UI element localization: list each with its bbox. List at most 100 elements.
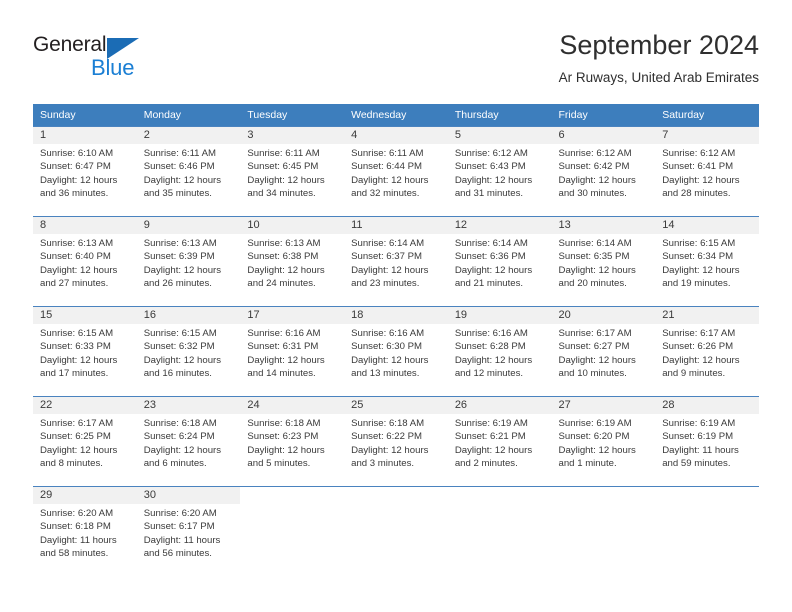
calendar-day-cell[interactable]: 7 Sunrise: 6:12 AM Sunset: 6:41 PM Dayli… — [655, 126, 759, 217]
day-number: 18 — [344, 307, 448, 324]
weekday-header-monday: Monday — [136, 104, 241, 127]
daylight-text-line2: and 16 minutes. — [143, 368, 212, 380]
calendar-day-cell[interactable]: 18 Sunrise: 6:16 AM Sunset: 6:30 PM Dayl… — [344, 306, 448, 397]
calendar-day-cell[interactable]: 6 Sunrise: 6:12 AM Sunset: 6:42 PM Dayli… — [551, 126, 656, 217]
daylight-text-line1: Daylight: 12 hours — [143, 354, 222, 366]
daylight-text-line1: Daylight: 12 hours — [40, 354, 118, 366]
daylight-text-line1: Daylight: 12 hours — [454, 444, 533, 456]
sunrise-text: Sunrise: 6:11 AM — [247, 148, 320, 159]
day-number: 23 — [136, 397, 241, 414]
day-details: Sunrise: 6:11 AM Sunset: 6:46 PM Dayligh… — [137, 144, 241, 201]
day-number: 1 — [33, 127, 137, 144]
daylight-text-line2: and 5 minutes. — [247, 458, 311, 470]
day-details: Sunrise: 6:16 AM Sunset: 6:31 PM Dayligh… — [240, 324, 344, 381]
day-details: Sunrise: 6:19 AM Sunset: 6:19 PM Dayligh… — [655, 414, 759, 471]
daylight-text-line1: Daylight: 12 hours — [40, 444, 118, 456]
day-cell-inner: 24 Sunrise: 6:18 AM Sunset: 6:23 PM Dayl… — [240, 397, 345, 486]
daylight-text-line1: Daylight: 12 hours — [247, 444, 325, 456]
daylight-text-line1: Daylight: 12 hours — [351, 444, 429, 456]
sunrise-text: Sunrise: 6:13 AM — [247, 238, 321, 249]
calendar-day-cell[interactable]: 20 Sunrise: 6:17 AM Sunset: 6:27 PM Dayl… — [551, 306, 656, 397]
daylight-text-line1: Daylight: 12 hours — [351, 174, 429, 186]
sunset-text: Sunset: 6:40 PM — [40, 251, 111, 263]
sunrise-text: Sunrise: 6:16 AM — [351, 328, 425, 339]
calendar-day-cell[interactable]: 29 Sunrise: 6:20 AM Sunset: 6:18 PM Dayl… — [33, 486, 137, 576]
daylight-text-line2: and 31 minutes. — [454, 188, 524, 200]
calendar-day-cell[interactable]: 25 Sunrise: 6:18 AM Sunset: 6:22 PM Dayl… — [344, 396, 448, 487]
day-number: 3 — [240, 127, 345, 144]
calendar-day-cell[interactable]: 5 Sunrise: 6:12 AM Sunset: 6:43 PM Dayli… — [447, 126, 552, 217]
calendar-day-cell[interactable]: 14 Sunrise: 6:15 AM Sunset: 6:34 PM Dayl… — [655, 216, 759, 307]
day-cell-inner: 18 Sunrise: 6:16 AM Sunset: 6:30 PM Dayl… — [344, 307, 448, 396]
sunset-text: Sunset: 6:28 PM — [454, 341, 526, 353]
day-cell-inner: 7 Sunrise: 6:12 AM Sunset: 6:41 PM Dayli… — [655, 127, 759, 216]
calendar-day-cell[interactable]: 3 Sunrise: 6:11 AM Sunset: 6:45 PM Dayli… — [240, 126, 345, 217]
calendar-day-cell[interactable]: 9 Sunrise: 6:13 AM Sunset: 6:39 PM Dayli… — [136, 216, 241, 307]
calendar-day-cell[interactable]: 12 Sunrise: 6:14 AM Sunset: 6:36 PM Dayl… — [447, 216, 552, 307]
calendar-day-cell[interactable]: 15 Sunrise: 6:15 AM Sunset: 6:33 PM Dayl… — [33, 306, 137, 397]
day-number: 4 — [344, 127, 448, 144]
day-number: 26 — [447, 397, 552, 414]
day-cell-inner: 8 Sunrise: 6:13 AM Sunset: 6:40 PM Dayli… — [33, 217, 137, 306]
sunset-text: Sunset: 6:33 PM — [40, 341, 111, 353]
daylight-text-line2: and 23 minutes. — [351, 278, 420, 290]
daylight-text-line2: and 34 minutes. — [247, 188, 316, 200]
calendar-day-cell[interactable]: 26 Sunrise: 6:19 AM Sunset: 6:21 PM Dayl… — [447, 396, 552, 487]
daylight-text-line2: and 58 minutes. — [40, 548, 109, 560]
day-details: Sunrise: 6:19 AM Sunset: 6:21 PM Dayligh… — [448, 414, 552, 471]
weekday-header-wednesday: Wednesday — [344, 104, 448, 127]
day-cell-inner: 27 Sunrise: 6:19 AM Sunset: 6:20 PM Dayl… — [551, 397, 656, 486]
calendar-day-cell[interactable]: 4 Sunrise: 6:11 AM Sunset: 6:44 PM Dayli… — [344, 126, 448, 217]
calendar-day-cell[interactable]: 11 Sunrise: 6:14 AM Sunset: 6:37 PM Dayl… — [344, 216, 448, 307]
calendar-day-cell[interactable]: 16 Sunrise: 6:15 AM Sunset: 6:32 PM Dayl… — [136, 306, 241, 397]
day-details: Sunrise: 6:17 AM Sunset: 6:25 PM Dayligh… — [33, 414, 137, 471]
day-number: 22 — [33, 397, 137, 414]
sunset-text: Sunset: 6:20 PM — [558, 431, 630, 443]
daylight-text-line1: Daylight: 12 hours — [558, 444, 636, 456]
sunset-text: Sunset: 6:34 PM — [662, 251, 734, 263]
day-details: Sunrise: 6:17 AM Sunset: 6:26 PM Dayligh… — [655, 324, 759, 381]
sunrise-text: Sunrise: 6:19 AM — [454, 418, 528, 429]
day-details: Sunrise: 6:15 AM Sunset: 6:34 PM Dayligh… — [655, 234, 759, 291]
day-number: 20 — [551, 307, 656, 324]
day-cell-inner: 3 Sunrise: 6:11 AM Sunset: 6:45 PM Dayli… — [240, 127, 345, 216]
calendar-day-cell[interactable]: 1 Sunrise: 6:10 AM Sunset: 6:47 PM Dayli… — [33, 126, 137, 217]
daylight-text-line2: and 13 minutes. — [351, 368, 420, 380]
sunrise-text: Sunrise: 6:15 AM — [662, 238, 736, 249]
daylight-text-line1: Daylight: 12 hours — [662, 264, 740, 276]
calendar-day-cell[interactable]: 27 Sunrise: 6:19 AM Sunset: 6:20 PM Dayl… — [551, 396, 656, 487]
calendar-day-cell[interactable]: 2 Sunrise: 6:11 AM Sunset: 6:46 PM Dayli… — [136, 126, 241, 217]
day-number — [447, 487, 552, 504]
weekday-header-row: Sunday Monday Tuesday Wednesday Thursday… — [33, 104, 759, 127]
calendar-day-cell[interactable]: 19 Sunrise: 6:16 AM Sunset: 6:28 PM Dayl… — [447, 306, 552, 397]
daylight-text-line1: Daylight: 12 hours — [40, 264, 118, 276]
calendar-day-cell[interactable]: 10 Sunrise: 6:13 AM Sunset: 6:38 PM Dayl… — [240, 216, 345, 307]
daylight-text-line1: Daylight: 12 hours — [247, 174, 325, 186]
daylight-text-line2: and 59 minutes. — [662, 458, 731, 470]
title-block: September 2024 Ar Ruways, United Arab Em… — [559, 28, 759, 88]
sunset-text: Sunset: 6:22 PM — [351, 431, 423, 443]
daylight-text-line1: Daylight: 12 hours — [40, 174, 118, 186]
daylight-text-line2: and 20 minutes. — [558, 278, 627, 290]
day-details: Sunrise: 6:15 AM Sunset: 6:33 PM Dayligh… — [33, 324, 137, 381]
calendar-day-cell-empty — [655, 486, 759, 576]
calendar-day-cell[interactable]: 23 Sunrise: 6:18 AM Sunset: 6:24 PM Dayl… — [136, 396, 241, 487]
calendar-day-cell-empty — [240, 486, 345, 576]
daylight-text-line1: Daylight: 11 hours — [143, 534, 221, 546]
calendar-day-cell[interactable]: 8 Sunrise: 6:13 AM Sunset: 6:40 PM Dayli… — [33, 216, 137, 307]
calendar-day-cell[interactable]: 13 Sunrise: 6:14 AM Sunset: 6:35 PM Dayl… — [551, 216, 656, 307]
daylight-text-line1: Daylight: 12 hours — [454, 174, 533, 186]
calendar-day-cell[interactable]: 28 Sunrise: 6:19 AM Sunset: 6:19 PM Dayl… — [655, 396, 759, 487]
sunset-text: Sunset: 6:19 PM — [662, 431, 734, 443]
day-number: 16 — [136, 307, 241, 324]
calendar-day-cell[interactable]: 17 Sunrise: 6:16 AM Sunset: 6:31 PM Dayl… — [240, 306, 345, 397]
sunrise-text: Sunrise: 6:19 AM — [558, 418, 632, 429]
calendar-day-cell[interactable]: 24 Sunrise: 6:18 AM Sunset: 6:23 PM Dayl… — [240, 396, 345, 487]
sunrise-text: Sunrise: 6:20 AM — [40, 508, 114, 519]
daylight-text-line1: Daylight: 12 hours — [247, 354, 325, 366]
calendar-day-cell[interactable]: 22 Sunrise: 6:17 AM Sunset: 6:25 PM Dayl… — [33, 396, 137, 487]
calendar-day-cell[interactable]: 21 Sunrise: 6:17 AM Sunset: 6:26 PM Dayl… — [655, 306, 759, 397]
calendar-day-cell[interactable]: 30 Sunrise: 6:20 AM Sunset: 6:17 PM Dayl… — [136, 486, 241, 576]
daylight-text-line1: Daylight: 12 hours — [662, 354, 740, 366]
sunrise-text: Sunrise: 6:17 AM — [40, 418, 114, 429]
